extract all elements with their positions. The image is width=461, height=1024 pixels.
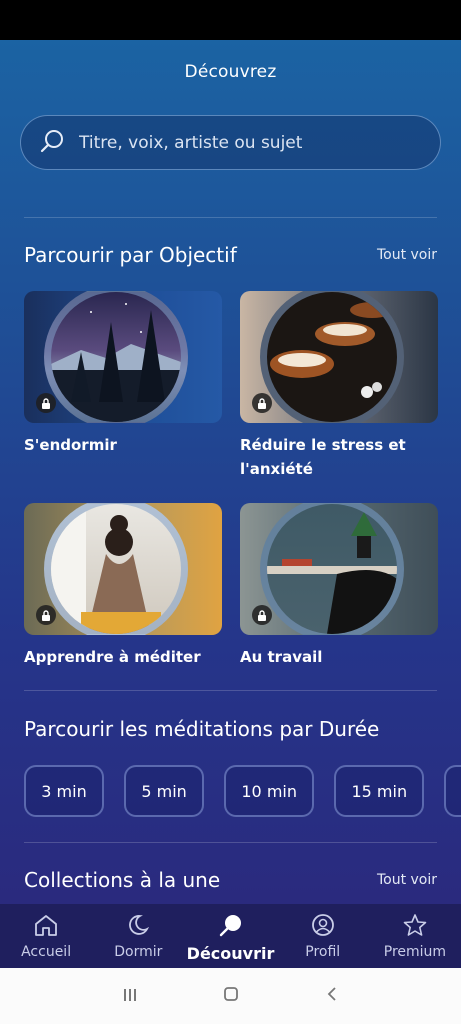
lock-icon xyxy=(36,393,56,413)
meditation-image xyxy=(24,503,222,635)
objective-card-learn-meditation[interactable]: Apprendre à méditer xyxy=(24,503,222,669)
nav-label: Premium xyxy=(383,944,447,960)
card-label: Au travail xyxy=(240,648,323,666)
discover-screen: Découvrez Parcourir par Objectif Tout vo… xyxy=(0,40,461,904)
lock-icon xyxy=(36,605,56,625)
card-label: S'endormir xyxy=(24,436,117,454)
duration-chips: 3 min 5 min 10 min 15 min 20 xyxy=(24,765,461,817)
stress-image xyxy=(240,291,438,423)
duration-chip[interactable]: 5 min xyxy=(124,765,205,817)
lock-icon xyxy=(252,605,272,625)
profile-icon xyxy=(310,913,336,944)
divider xyxy=(24,690,437,691)
moon-icon xyxy=(125,913,151,944)
home-button-icon[interactable] xyxy=(222,985,240,1007)
recent-apps-icon[interactable] xyxy=(122,987,138,1006)
bottom-nav: Accueil Dormir Découvrir Profil Premium xyxy=(0,904,461,968)
collections-see-all-link[interactable]: Tout voir xyxy=(377,872,437,888)
card-label: Réduire le stress et l'anxiété xyxy=(240,436,406,478)
duration-chip[interactable]: 3 min xyxy=(24,765,104,817)
work-image xyxy=(240,503,438,635)
system-navigation-bar xyxy=(0,968,461,1024)
objectives-see-all-link[interactable]: Tout voir xyxy=(377,247,437,263)
search-bar[interactable] xyxy=(20,115,441,170)
collections-section-title: Collections à la une xyxy=(24,868,221,892)
nav-item-profile[interactable]: Profil xyxy=(277,904,369,968)
nav-label: Accueil xyxy=(21,944,72,960)
duration-chip[interactable]: 20 xyxy=(444,765,461,817)
home-icon xyxy=(33,913,59,944)
durations-section-title: Parcourir les méditations par Durée xyxy=(24,717,380,741)
nav-item-discover[interactable]: Découvrir xyxy=(184,904,276,968)
card-label: Apprendre à méditer xyxy=(24,648,201,666)
objective-card-sleep[interactable]: S'endormir xyxy=(24,291,222,457)
nav-label: Dormir xyxy=(114,944,163,960)
objective-card-work[interactable]: Au travail xyxy=(240,503,438,669)
objectives-section-title: Parcourir par Objectif xyxy=(24,243,237,267)
divider xyxy=(24,842,437,843)
back-icon[interactable] xyxy=(325,986,339,1006)
nav-label: Découvrir xyxy=(186,944,275,963)
page-title: Découvrez xyxy=(184,62,277,82)
nav-item-sleep[interactable]: Dormir xyxy=(92,904,184,968)
nav-item-premium[interactable]: Premium xyxy=(369,904,461,968)
search-input[interactable] xyxy=(79,132,399,153)
objective-card-stress[interactable]: Réduire le stress et l'anxiété xyxy=(240,291,438,481)
lock-icon xyxy=(252,393,272,413)
search-icon xyxy=(39,128,65,158)
sleep-image xyxy=(24,291,222,423)
divider xyxy=(24,217,437,218)
nav-item-home[interactable]: Accueil xyxy=(0,904,92,968)
duration-chip[interactable]: 15 min xyxy=(334,765,425,817)
status-bar xyxy=(0,0,461,40)
star-icon xyxy=(402,913,428,944)
discover-icon xyxy=(217,913,245,944)
nav-label: Profil xyxy=(305,944,341,960)
duration-chip[interactable]: 10 min xyxy=(224,765,315,817)
